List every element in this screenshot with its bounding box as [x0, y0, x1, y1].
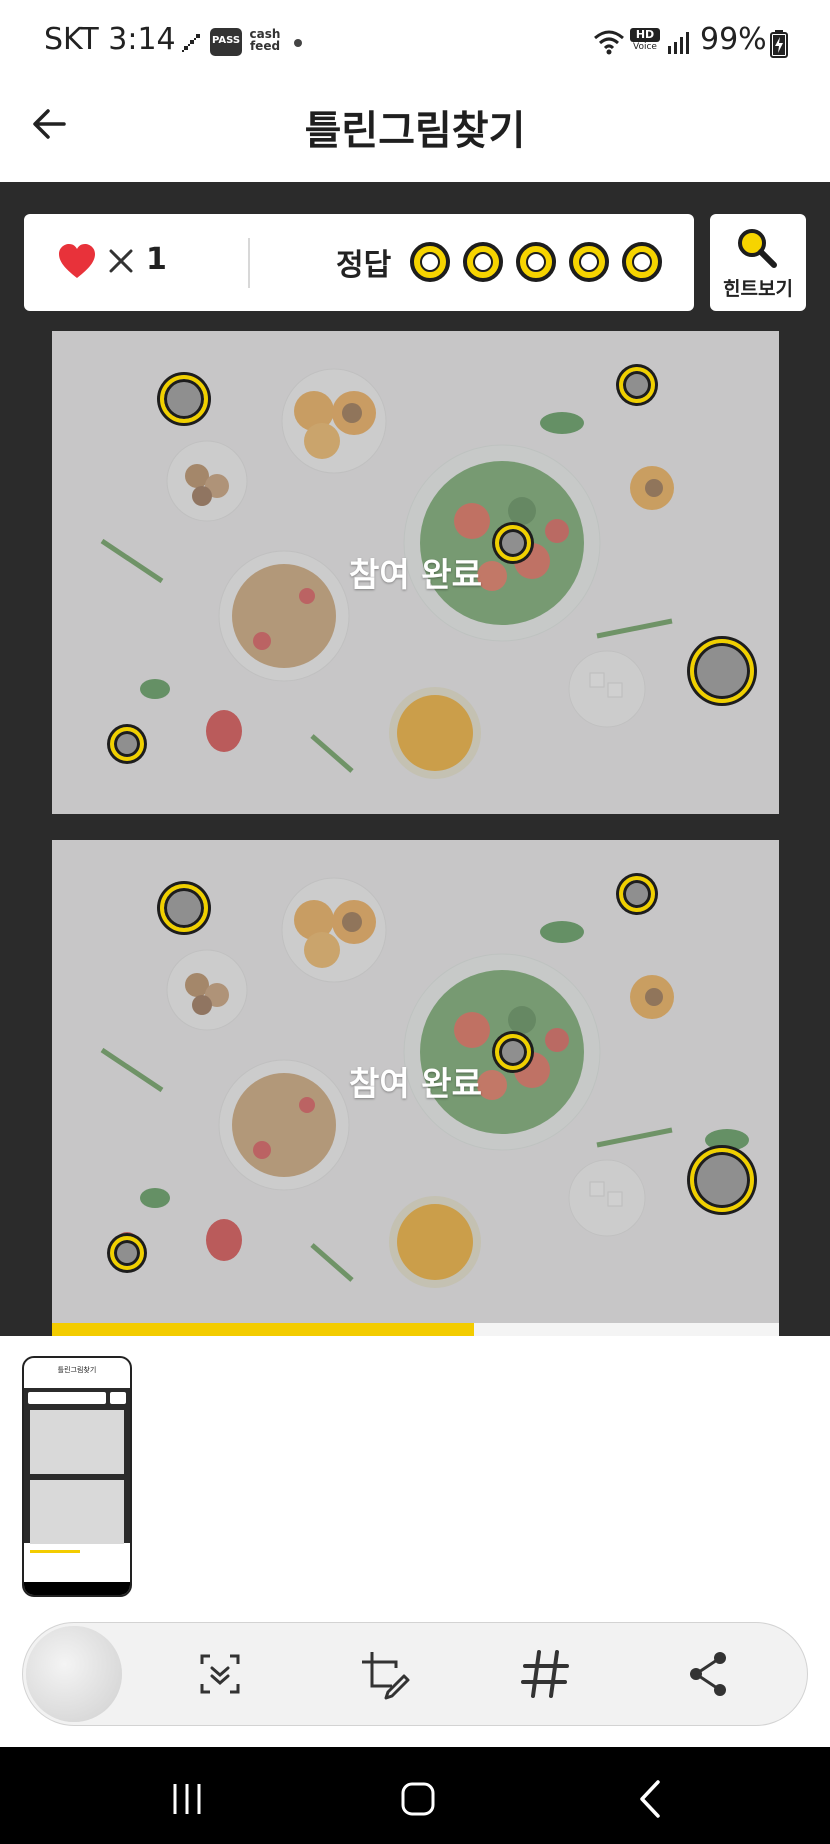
thumbnail-progress — [30, 1550, 80, 1553]
found-marker — [110, 727, 144, 761]
hd-voice-icon: HD Voice — [630, 28, 660, 53]
page-title: 틀린그림찾기 — [304, 108, 526, 154]
lives-count: 1 — [146, 242, 167, 277]
participation-complete-label: 참여 완료 — [349, 555, 482, 594]
found-marker — [619, 876, 655, 912]
answer-slot — [463, 242, 503, 282]
scroll-capture-icon[interactable] — [188, 1642, 252, 1706]
wifi-icon — [594, 30, 624, 55]
answer-slot — [516, 242, 556, 282]
thumbnail-picture — [30, 1480, 124, 1544]
thumbnail-hint-button — [110, 1392, 126, 1404]
battery-percent: 99% — [700, 22, 767, 57]
found-marker — [160, 375, 208, 423]
share-icon[interactable] — [676, 1642, 740, 1706]
battery-charging-icon — [770, 30, 788, 58]
screenshot-preview[interactable] — [26, 1626, 122, 1722]
preview-image — [26, 1626, 122, 1722]
multiply-icon — [109, 249, 133, 273]
stairs-icon — [178, 34, 200, 52]
crop-edit-icon[interactable] — [352, 1642, 416, 1706]
home-icon[interactable] — [388, 1774, 448, 1824]
screenshot-thumbnail[interactable]: 틀린그림찾기 — [22, 1356, 132, 1597]
answer-label: 정답 — [336, 248, 392, 283]
heart-icon — [59, 244, 95, 278]
thumbnail-navbar — [24, 1582, 130, 1595]
status-time: SKT 3:14 — [44, 22, 176, 57]
found-marker — [110, 1236, 144, 1270]
found-marker — [690, 639, 754, 703]
hint-label: 힌트보기 — [723, 278, 793, 300]
progress-bar — [52, 1323, 474, 1336]
participation-complete-label: 참여 완료 — [349, 1064, 482, 1103]
answer-slot — [410, 242, 450, 282]
picture-modified[interactable]: 참여 완료 — [52, 840, 779, 1323]
thumbnail-picture — [30, 1410, 124, 1474]
hashtag-icon[interactable] — [513, 1642, 577, 1706]
pass-app-icon: PASS — [210, 28, 242, 56]
back-icon[interactable] — [622, 1774, 682, 1824]
thumbnail-title: 틀린그림찾기 — [57, 1366, 97, 1374]
found-marker — [690, 1148, 754, 1212]
answer-slot — [569, 242, 609, 282]
magnifier-icon — [738, 229, 777, 268]
thumbnail-score-panel — [28, 1392, 106, 1404]
recents-icon[interactable] — [157, 1774, 217, 1824]
answer-slot — [622, 242, 662, 282]
found-marker — [619, 367, 655, 403]
picture-original[interactable]: 참여 완료 — [52, 331, 779, 814]
cashfeed-app-icon: cash feed — [249, 27, 281, 53]
thumbnail-game-area — [24, 1388, 130, 1553]
signal-icon — [668, 32, 689, 54]
notification-dot-icon — [294, 39, 302, 47]
found-marker — [160, 884, 208, 932]
panel-divider — [248, 238, 250, 288]
